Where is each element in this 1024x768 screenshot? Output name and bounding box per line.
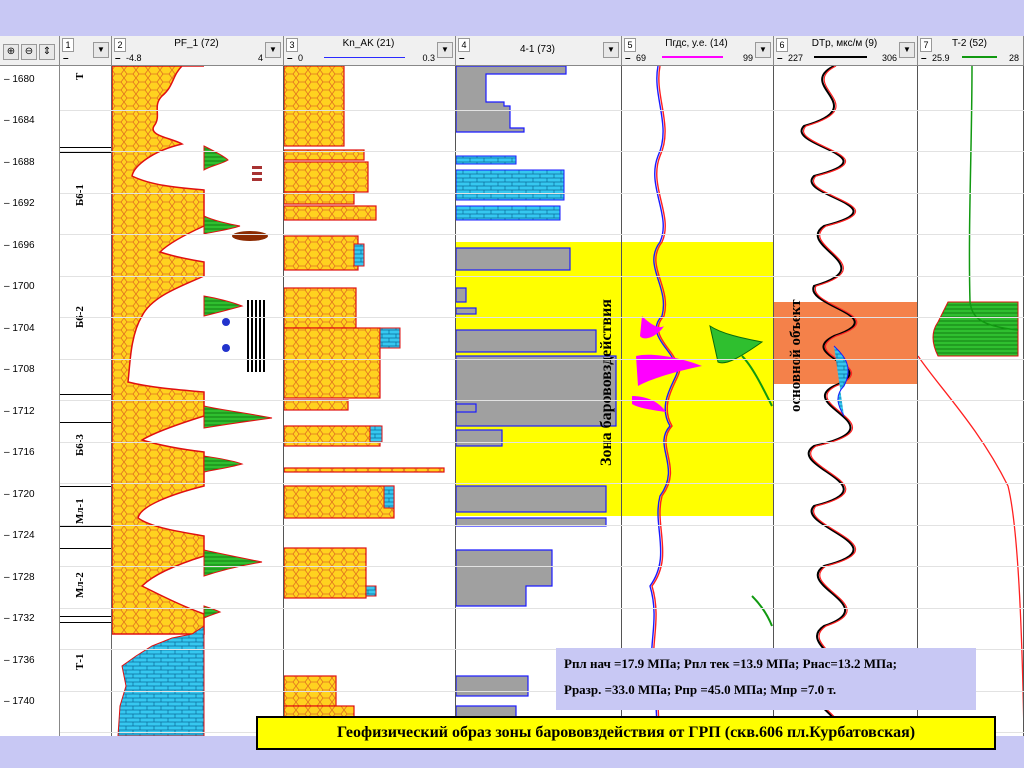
minimize-button[interactable]: – (115, 53, 121, 64)
depth-scale: – 1680 – 1684 – 1688 – 1692 – 1696 – 170… (0, 66, 60, 736)
scale-line (814, 56, 867, 58)
track-title: 4-1 (73) (519, 44, 555, 55)
track-4-1: Зона барововздействия (456, 66, 622, 736)
depth-label: – 1732 (4, 613, 35, 624)
depth-label: – 1712 (4, 406, 35, 417)
minimize-button[interactable]: – (287, 53, 293, 64)
pf1-sand-fill (112, 66, 205, 635)
zone-label: Зона барововздействия (598, 299, 615, 466)
track-header-3: 3 Kn_AK (21) – 0 0.3 ▼ (284, 36, 456, 66)
track-dtp: основной объект (774, 66, 918, 736)
depth-label: – 1708 (4, 364, 35, 375)
stratum-label: Б6-1 (74, 184, 86, 206)
track-title: PF_1 (72) (174, 38, 219, 49)
chevron-down-icon[interactable]: ▼ (899, 42, 915, 58)
track-number: 3 (286, 38, 298, 52)
track-t2 (918, 66, 1024, 736)
track-number: 4 (458, 38, 470, 52)
well-log-panel: ⊕ ⊖ ⇕ 1 – ▼ 2 PF_1 (72) – -4.8 4 ▼ 3 Kn_… (0, 36, 1024, 736)
scale-max: 0.3 (422, 53, 435, 63)
depth-label: – 1736 (4, 655, 35, 666)
chevron-down-icon[interactable]: ▼ (755, 42, 771, 58)
track-pgds (622, 66, 774, 736)
track-number: 7 (920, 38, 932, 52)
track-number: 5 (624, 38, 636, 52)
pressure-info-box: Рпл нач =17.9 МПа; Рпл тек =13.9 МПа; Рн… (556, 648, 976, 710)
scroll-icon[interactable]: ⇕ (39, 44, 55, 60)
track-title: Kn_AK (21) (342, 38, 395, 49)
minimize-button[interactable]: – (63, 53, 69, 64)
depth-label: – 1720 (4, 489, 35, 500)
stratum-label: Б6-3 (74, 434, 86, 456)
depth-label: – 1680 (4, 74, 35, 85)
scale-min: 25.9 (932, 53, 950, 63)
toolbar: ⊕ ⊖ ⇕ (0, 36, 60, 66)
track-kn-ak (284, 66, 456, 736)
scale-min: 227 (788, 53, 804, 63)
depth-label: – 1692 (4, 198, 35, 209)
pgds-curve-plot (622, 66, 773, 736)
depth-label: – 1704 (4, 323, 35, 334)
scale-max: 99 (742, 53, 753, 63)
track-title: DTp, мкс/м (9) (811, 38, 878, 49)
track-title: T-2 (52) (951, 38, 987, 49)
pressure-info-line1: Рпл нач =17.9 МПа; Рпл тек =13.9 МПа; Рн… (564, 656, 897, 671)
slide-caption: Геофизический образ зоны барововздействи… (256, 716, 996, 750)
stratum-label: Мл-1 (74, 498, 86, 524)
stratum-label: Т-1 (74, 653, 86, 671)
scale-line (324, 57, 405, 58)
track-header-4: 4 4-1 (73) – ▼ (456, 36, 622, 66)
scale-min: 0 (298, 53, 304, 63)
scale-line (962, 56, 997, 58)
depth-label: – 1700 (4, 281, 35, 292)
pressure-info-line2: Рразр. =33.0 МПа; Рпр =45.0 МПа; Мпр =7.… (564, 682, 837, 697)
depth-label: – 1740 (4, 696, 35, 707)
minimize-button[interactable]: – (625, 53, 631, 64)
chevron-down-icon[interactable]: ▼ (603, 42, 619, 58)
chevron-down-icon[interactable]: ▼ (93, 42, 109, 58)
minimize-button[interactable]: – (777, 53, 783, 64)
track-number: 6 (776, 38, 788, 52)
kn-ak-bar-plot (284, 66, 445, 736)
depth-label: – 1724 (4, 530, 35, 541)
track-header-1: 1 – ▼ (60, 36, 112, 66)
track-header-5: 5 Пгдс, у.е. (14) – 69 99 ▼ (622, 36, 774, 66)
minimize-button[interactable]: – (459, 53, 465, 64)
scale-max: 28 (1008, 53, 1019, 63)
track-number: 1 (62, 38, 74, 52)
scale-min: 69 (636, 53, 647, 63)
track-header-2: 2 PF_1 (72) – -4.8 4 ▼ (112, 36, 284, 66)
scale-min: -4.8 (126, 53, 142, 63)
pf1-curve-plot (112, 66, 273, 736)
stratum-label: Б6-2 (74, 306, 86, 328)
depth-label: – 1688 (4, 157, 35, 168)
object-label: основной объект (788, 299, 804, 412)
zoom-in-icon[interactable]: ⊕ (3, 44, 19, 60)
t2-curve-plot (918, 66, 1023, 719)
stratum-label: Т (74, 72, 86, 80)
chevron-down-icon[interactable]: ▼ (265, 42, 281, 58)
chevron-down-icon[interactable]: ▼ (437, 42, 453, 58)
depth-label: – 1728 (4, 572, 35, 583)
minimize-button[interactable]: – (921, 53, 927, 64)
stratum-label: Мл-2 (74, 572, 86, 598)
track-pf1 (112, 66, 284, 736)
scale-max: 4 (257, 53, 263, 63)
stratigraphy-column: Т Б6-1 Б6-2 Б6-3 Мл-1 Мл-2 Т-1 (60, 66, 112, 736)
zoom-out-icon[interactable]: ⊖ (21, 44, 37, 60)
scale-line (662, 56, 723, 58)
track-title: Пгдс, у.е. (14) (665, 38, 728, 49)
track-header-6: 6 DTp, мкс/м (9) – 227 306 ▼ (774, 36, 918, 66)
track-header-7: 7 T-2 (52) – 25.9 28 (918, 36, 1024, 66)
track-number: 2 (114, 38, 126, 52)
depth-label: – 1716 (4, 447, 35, 458)
scale-max: 306 (881, 53, 897, 63)
depth-label: – 1684 (4, 115, 35, 126)
depth-label: – 1696 (4, 240, 35, 251)
